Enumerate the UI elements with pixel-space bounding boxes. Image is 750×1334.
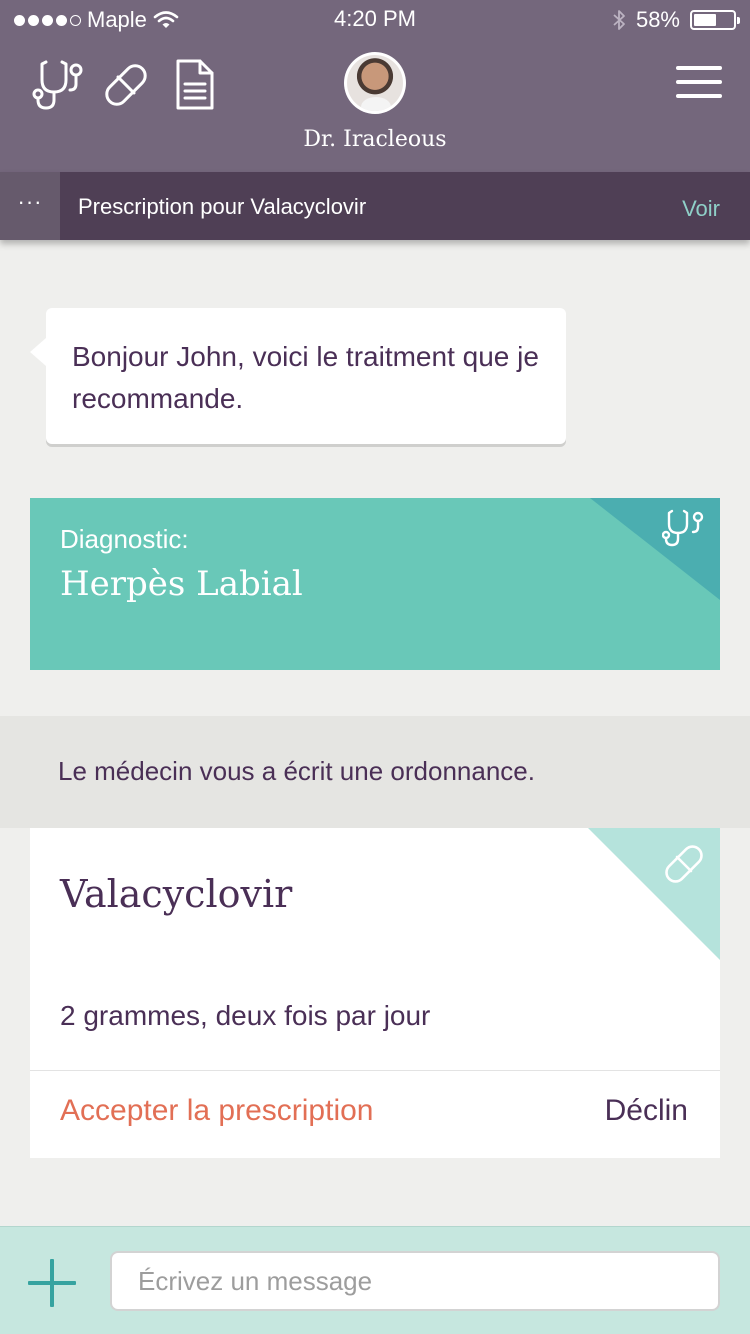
add-attachment-icon[interactable] [28, 1259, 76, 1307]
message-composer [0, 1226, 750, 1334]
doctor-message: Bonjour John, voici le traitment que je … [30, 308, 566, 444]
drug-dosage: 2 grammes, deux fois par jour [60, 1000, 431, 1031]
stethoscope-icon[interactable] [32, 58, 84, 112]
pill-icon[interactable] [100, 58, 152, 112]
doctor-name: Dr. Iracleous [303, 127, 447, 152]
message-input[interactable] [110, 1251, 720, 1311]
drug-name: Valacyclovir [60, 872, 293, 916]
diagnostic-label: Diagnostic: [60, 524, 189, 554]
decline-button[interactable]: Déclin [605, 1094, 688, 1128]
diagnostic-card[interactable]: Diagnostic: Herpès Labial [30, 498, 720, 670]
view-button[interactable]: Voir [682, 196, 720, 222]
status-bar: Maple 4:20 PM 58% [0, 0, 750, 40]
status-right: 58% [612, 7, 740, 33]
notice-text: Le médecin vous a écrit une ordonnance. [58, 756, 535, 786]
banner-title: Prescription pour Valacyclovir [78, 194, 367, 219]
document-icon[interactable] [170, 58, 222, 112]
battery-icon [690, 10, 740, 30]
app-header: Maple 4:20 PM 58% Dr. Iracleous [0, 0, 750, 172]
prescription-banner: ··· Prescription pour Valacyclovir Voir [0, 172, 750, 240]
divider [30, 1070, 720, 1071]
pill-icon [665, 845, 703, 883]
menu-icon[interactable] [676, 66, 722, 98]
prescription-card: Valacyclovir 2 grammes, deux fois par jo… [30, 828, 720, 1158]
accept-prescription-button[interactable]: Accepter la prescription [60, 1094, 373, 1128]
diagnostic-value: Herpès Labial [60, 564, 303, 604]
more-button[interactable]: ··· [0, 172, 60, 240]
prescription-notice: Le médecin vous a écrit une ordonnance. [0, 716, 750, 828]
doctor-avatar[interactable] [344, 52, 406, 114]
battery-percent: 58% [635, 7, 680, 32]
bluetooth-icon [613, 10, 625, 30]
stethoscope-icon [662, 509, 704, 547]
